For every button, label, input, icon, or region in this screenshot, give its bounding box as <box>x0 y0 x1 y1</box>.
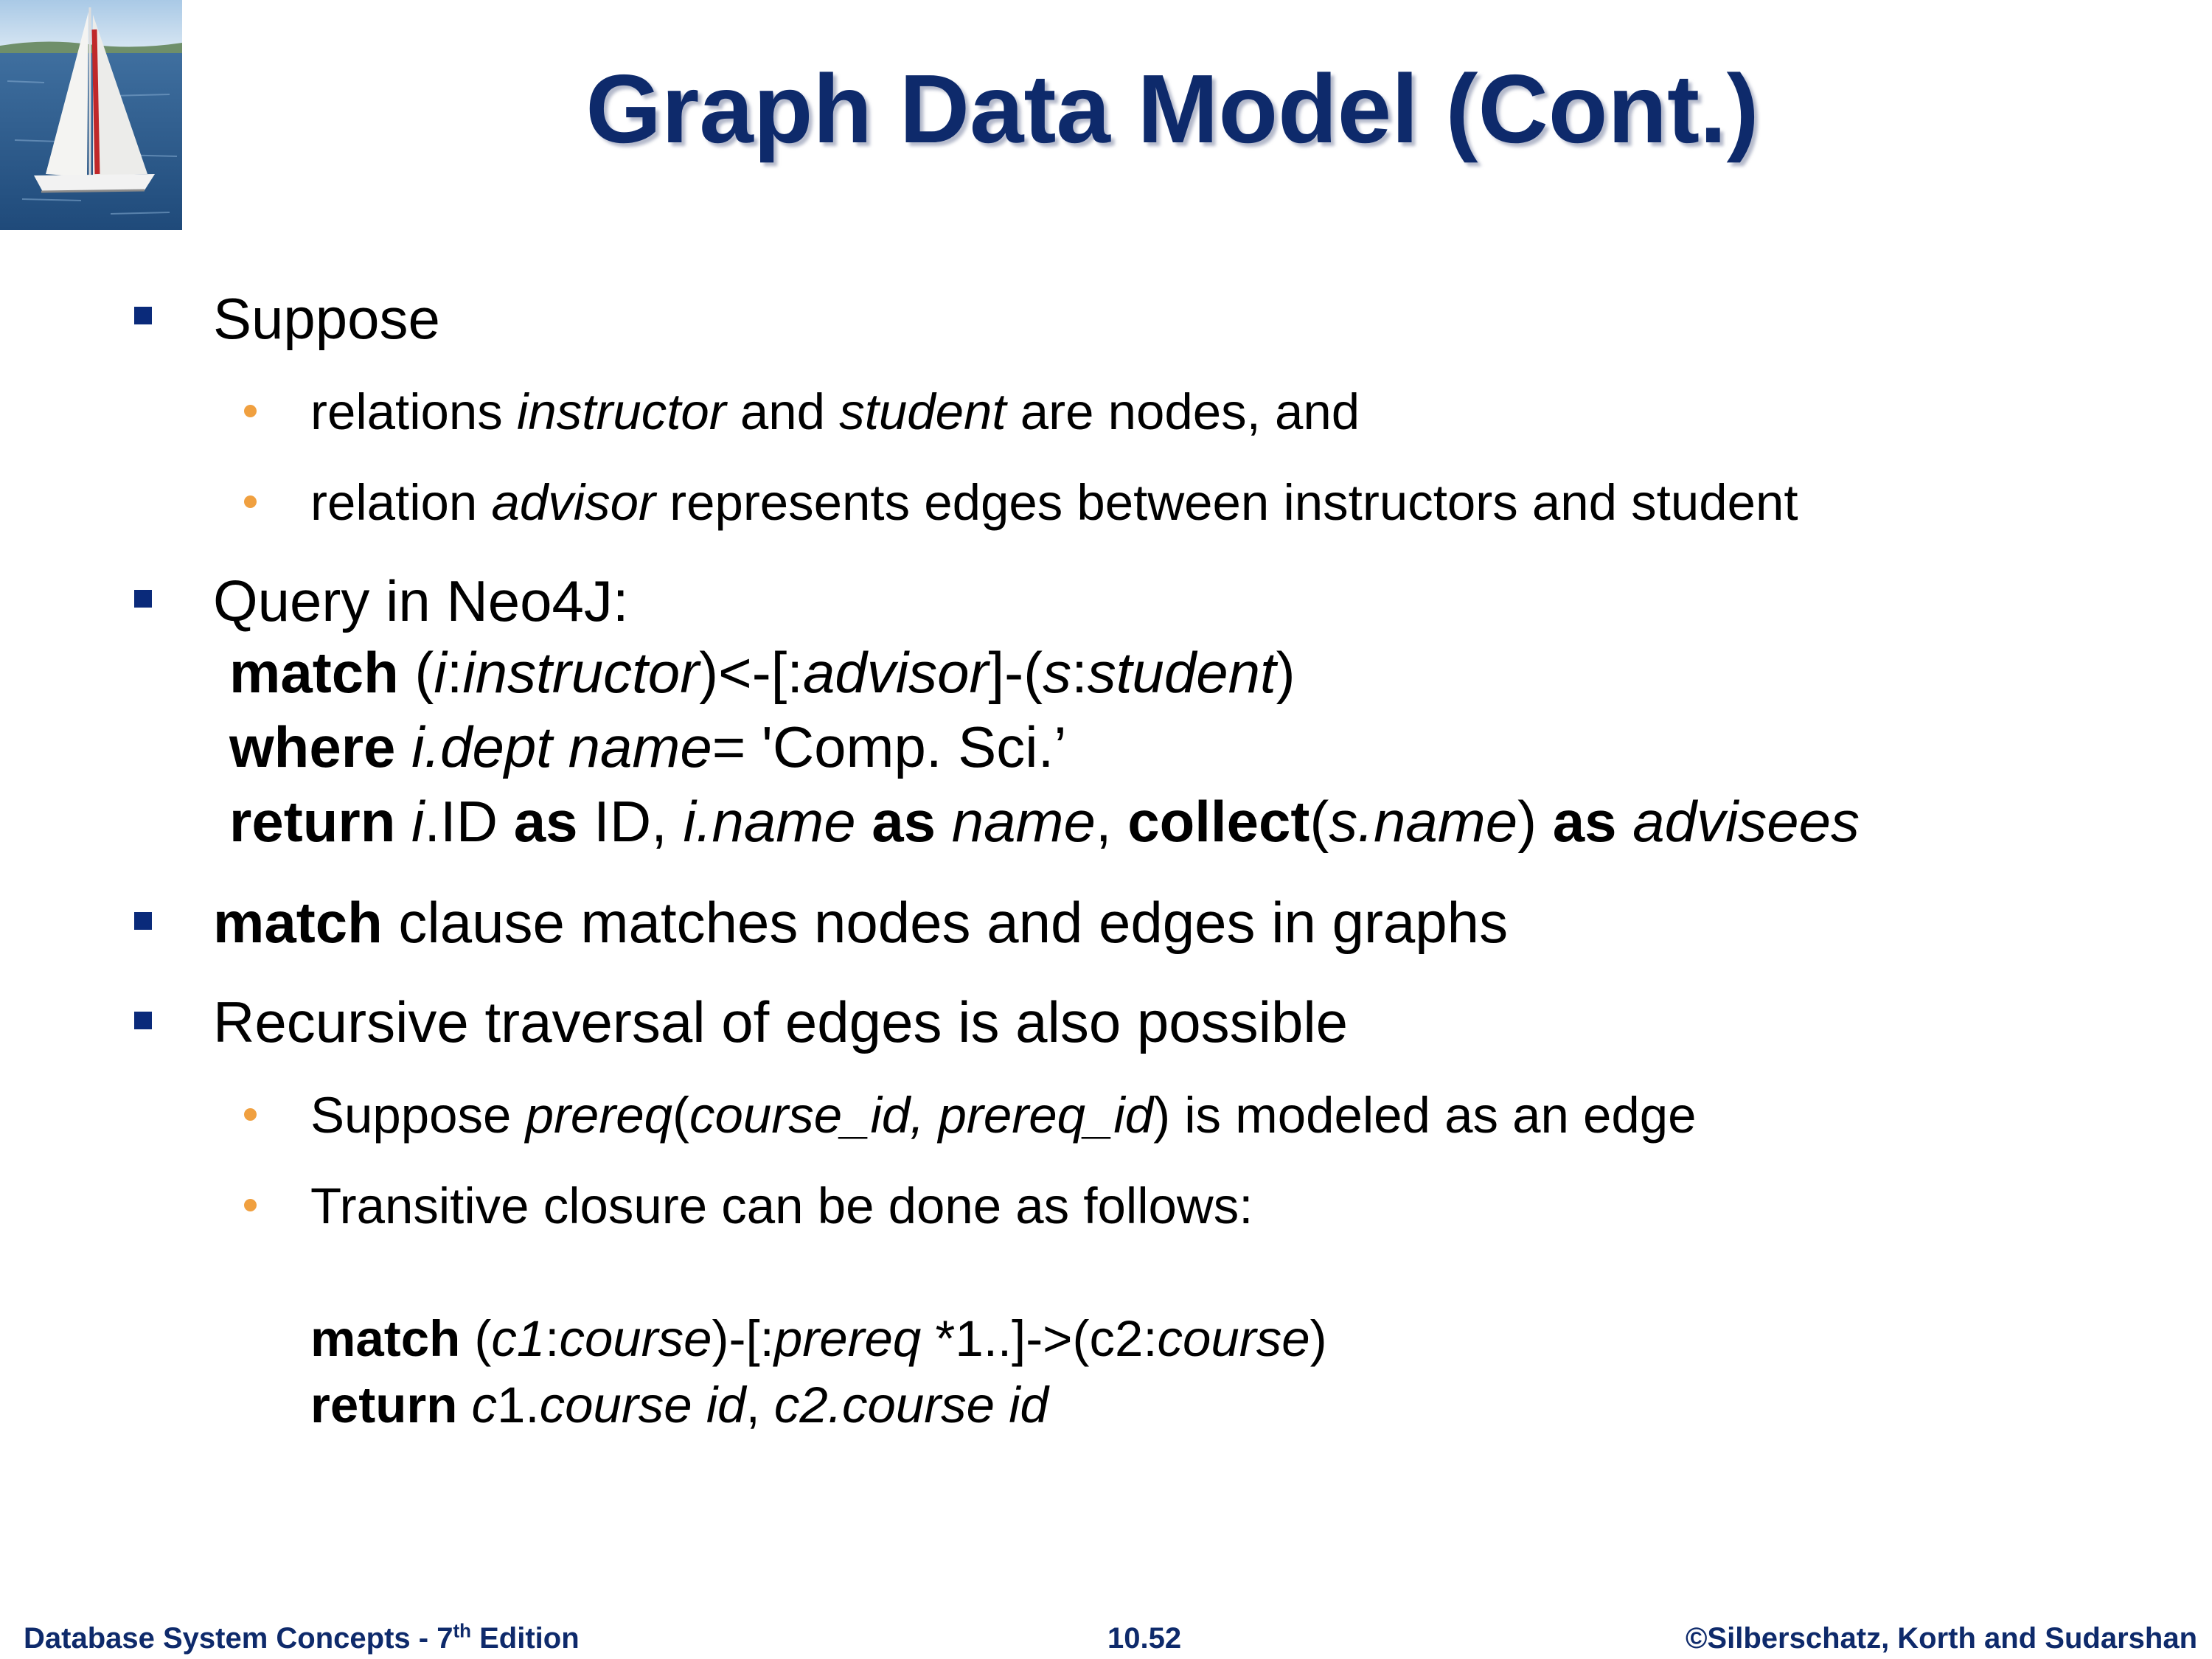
sub-bullet-relations: relations instructor and student are nod… <box>310 383 1360 440</box>
bullet-query-neo4j: Query in Neo4J: <box>213 568 629 633</box>
slide-title: Graph Data Model (Cont.) <box>585 55 1759 163</box>
bullet-suppose: Suppose <box>213 286 440 351</box>
sub-bullet-transitive: Transitive closure can be done as follow… <box>310 1178 1253 1234</box>
sailboat-logo <box>0 0 182 230</box>
bullet-square <box>134 912 152 930</box>
bullet-square <box>134 590 152 608</box>
query-match-line: match (i:instructor)<-[:advisor]-(s:stud… <box>229 640 1295 705</box>
query-where-line: where i.dept name= 'Comp. Sci.’ <box>229 714 1067 779</box>
bullet-square <box>134 1012 152 1029</box>
footer-book-title: Database System Concepts - 7th Edition <box>24 1619 580 1655</box>
bullet-match-clause: match clause matches nodes and edges in … <box>213 890 1509 955</box>
bullet-dot <box>244 1108 257 1121</box>
bullet-dot <box>244 1199 257 1211</box>
bullet-dot <box>244 405 257 417</box>
bullet-dot <box>244 495 257 508</box>
bullet-recursive: Recursive traversal of edges is also pos… <box>213 990 1349 1054</box>
query2-return-line: return c1.course id, c2.course id <box>310 1377 1048 1433</box>
footer-slide-number: 10.52 <box>1107 1622 1182 1655</box>
bullet-square <box>134 307 152 324</box>
query-return-line: return i.ID as ID, i.name as name, colle… <box>229 789 1860 854</box>
query2-match-line: match (c1:course)-[:prereq *1..]->(c2:co… <box>310 1310 1327 1367</box>
footer-copyright: ©Silberschatz, Korth and Sudarshan <box>1685 1622 2197 1655</box>
sailboat-image <box>0 0 182 230</box>
sub-bullet-advisor: relation advisor represents edges betwee… <box>310 474 1798 531</box>
sub-bullet-prereq: Suppose prereq(course_id, prereq_id) is … <box>310 1087 1697 1144</box>
